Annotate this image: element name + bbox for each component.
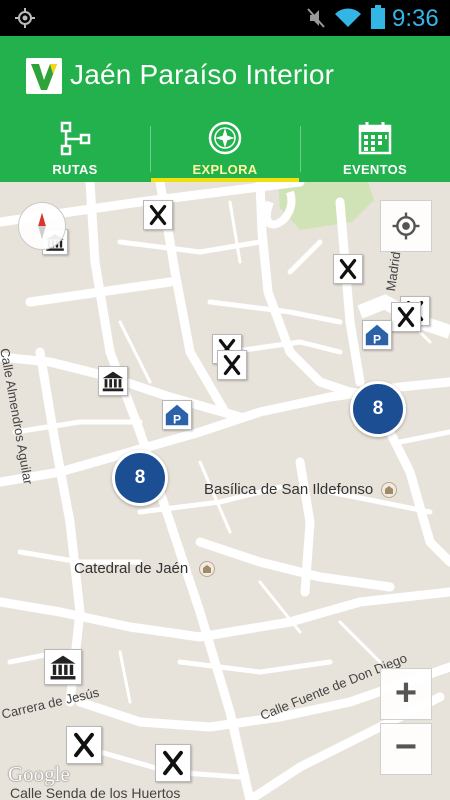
restaurant-icon: [74, 732, 94, 758]
museum-icon: [102, 371, 124, 392]
tab-explora[interactable]: EXPLORA: [150, 114, 300, 182]
app-title: Jaén Paraíso Interior: [70, 59, 335, 90]
restaurant-marker[interactable]: [66, 726, 102, 764]
restaurant-icon: [339, 258, 357, 280]
gps-icon: [15, 8, 35, 28]
tab-eventos-label: EVENTOS: [343, 162, 407, 177]
battery-icon: [371, 5, 385, 29]
restaurant-icon: [397, 306, 415, 328]
map-view[interactable]: Basílica de San Ildefonso Catedral de Ja…: [0, 182, 450, 800]
place-label-catedral: Catedral de Jaén: [74, 560, 189, 577]
route-icon: [60, 121, 91, 156]
tab-rutas-label: RUTAS: [52, 162, 98, 177]
zoom-in-button[interactable]: +: [380, 668, 432, 720]
tab-explora-label: EXPLORA: [192, 162, 258, 177]
app-header: Jaén Paraíso Interior RUTAS EXPLORA EVEN…: [0, 36, 450, 182]
calendar-icon: [358, 122, 392, 155]
status-time: 9:36: [392, 5, 439, 32]
museum-marker[interactable]: [98, 366, 128, 396]
app-logo-icon: [26, 58, 62, 94]
my-location-button[interactable]: [380, 200, 432, 252]
restaurant-marker[interactable]: [155, 744, 191, 782]
mute-icon: [307, 8, 325, 28]
museum-marker[interactable]: [44, 649, 82, 685]
svg-text:P: P: [173, 412, 181, 426]
tab-rutas[interactable]: RUTAS: [0, 114, 150, 182]
church-icon: [199, 561, 215, 577]
restaurant-icon: [223, 354, 241, 376]
wifi-icon: [335, 8, 361, 27]
place-label-basilica: Basílica de San Ildefonso: [204, 481, 374, 498]
svg-text:P: P: [373, 332, 381, 346]
poi-cluster[interactable]: 8: [112, 450, 168, 506]
status-bar: 9:36: [0, 0, 450, 36]
my-location-icon: [392, 212, 420, 240]
tab-eventos[interactable]: EVENTOS: [300, 114, 450, 182]
restaurant-marker[interactable]: [391, 302, 421, 332]
restaurant-marker[interactable]: [217, 350, 247, 380]
museum-icon: [50, 655, 76, 680]
zoom-out-button[interactable]: −: [380, 723, 432, 775]
parking-icon: P: [365, 324, 389, 346]
parking-marker[interactable]: P: [362, 320, 392, 350]
parking-marker[interactable]: P: [162, 400, 192, 430]
map-compass-button[interactable]: [18, 202, 66, 250]
restaurant-marker[interactable]: [143, 200, 173, 230]
street-label: Calle Senda de los Huertos: [10, 785, 181, 800]
compass-icon: [208, 121, 242, 155]
restaurant-marker[interactable]: [333, 254, 363, 284]
parking-icon: P: [165, 404, 189, 426]
restaurant-icon: [149, 204, 167, 226]
restaurant-icon: [163, 750, 183, 776]
compass-needle-icon: [38, 212, 46, 240]
church-icon: [381, 482, 397, 498]
google-attribution: Google: [8, 762, 70, 786]
tab-bar: RUTAS EXPLORA EVENTOS: [0, 114, 450, 182]
poi-cluster[interactable]: 8: [350, 381, 406, 437]
